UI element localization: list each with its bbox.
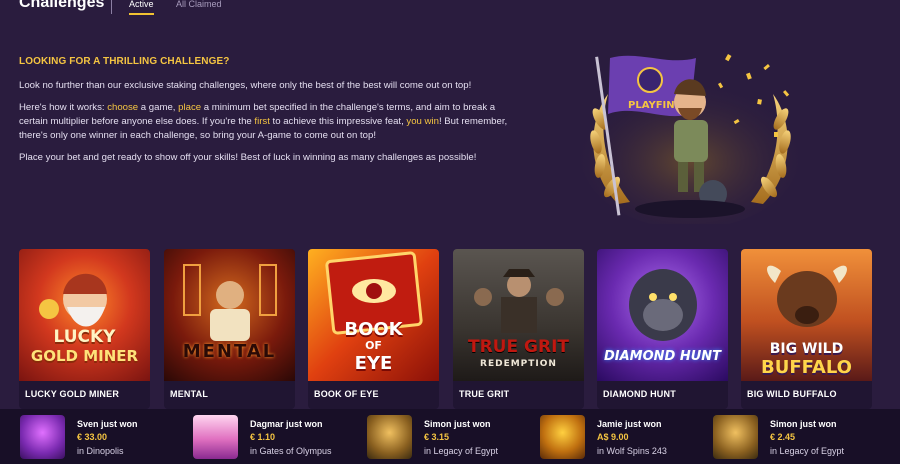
win-game: in Gates of Olympus: [250, 446, 332, 456]
hero-flag-text: PLAYFIN: [628, 100, 675, 111]
game-art-mental: MENTAL: [164, 249, 295, 381]
game-art-diamond-hunt: DIAMOND HUNT: [597, 249, 728, 381]
win-amount: € 1.10: [250, 432, 276, 442]
win-item[interactable]: Sven just won € 33.00 in Dinopolis: [20, 415, 180, 459]
game-card-lucky-gold-miner[interactable]: LUCKY GOLD MINER LUCKY GOLD MINER: [19, 249, 150, 409]
win-item[interactable]: Simon just won € 3.15 in Legacy of Egypt: [367, 415, 527, 459]
highlight-place: place: [178, 102, 202, 113]
win-game: in Legacy of Egypt: [770, 446, 845, 456]
game-card-diamond-hunt[interactable]: DIAMOND HUNT DIAMOND HUNT: [597, 249, 728, 409]
game-name: TRUE GRIT: [459, 389, 510, 399]
game-card-big-wild-buffalo[interactable]: BIG WILD BUFFALO BIG WILD BUFFALO: [741, 249, 872, 409]
winner-text: Jamie just won: [597, 419, 662, 429]
tab-all-claimed[interactable]: All Claimed: [176, 0, 222, 13]
game-card-mental[interactable]: MENTAL MENTAL: [164, 249, 295, 409]
highlight-you-win: you win: [406, 116, 439, 127]
game-art-big-wild-buffalo: BIG WILD BUFFALO: [741, 249, 872, 381]
game-thumb-legacy-of-egypt: [713, 415, 758, 459]
win-amount: A$ 9.00: [597, 432, 629, 442]
game-thumb-wolf-spins-243: [540, 415, 585, 459]
intro-paragraph-1: Look no further than our exclusive staki…: [19, 80, 472, 91]
winner-text: Simon just won: [424, 419, 491, 429]
header-divider: [111, 0, 112, 14]
win-game: in Dinopolis: [77, 446, 124, 456]
game-name: BIG WILD BUFFALO: [747, 389, 837, 399]
game-name: LUCKY GOLD MINER: [25, 389, 120, 399]
winner-text: Dagmar just won: [250, 419, 323, 429]
game-name: BOOK OF EYE: [314, 389, 379, 399]
game-thumb-legacy-of-egypt: [367, 415, 412, 459]
game-art-lucky-gold-miner: LUCKY GOLD MINER: [19, 249, 150, 381]
highlight-first: first: [254, 116, 270, 127]
page-title: Challenges: [19, 0, 105, 11]
win-amount: € 33.00: [77, 432, 108, 442]
game-name: DIAMOND HUNT: [603, 389, 676, 399]
recent-wins-ticker: Sven just won € 33.00 in Dinopolis Dagma…: [0, 409, 900, 464]
intro-section: LOOKING FOR A THRILLING CHALLENGE? Look …: [19, 55, 519, 173]
header: Challenges Active All Claimed: [0, 0, 900, 18]
win-game: in Wolf Spins 243: [597, 446, 667, 456]
win-amount: € 2.45: [770, 432, 796, 442]
win-game: in Legacy of Egypt: [424, 446, 499, 456]
intro-paragraph-2: Here's how it works: choose a game, plac…: [19, 102, 508, 141]
win-item[interactable]: Jamie just won A$ 9.00 in Wolf Spins 243: [540, 415, 700, 459]
game-art-true-grit: TRUE GRIT REDEMPTION: [453, 249, 584, 381]
winner-text: Simon just won: [770, 419, 837, 429]
highlight-choose: choose: [107, 102, 139, 113]
game-name: MENTAL: [170, 389, 209, 399]
intro-paragraph-3: Place your bet and get ready to show off…: [19, 152, 477, 163]
win-item[interactable]: Simon just won € 2.45 in Legacy of Egypt: [713, 415, 883, 459]
game-card-true-grit[interactable]: TRUE GRIT REDEMPTION TRUE GRIT: [453, 249, 584, 409]
intro-heading: LOOKING FOR A THRILLING CHALLENGE?: [19, 56, 230, 67]
win-amount: € 3.15: [424, 432, 450, 442]
game-thumb-gates-of-olympus: [193, 415, 238, 459]
win-item[interactable]: Dagmar just won € 1.10 in Gates of Olymp…: [193, 415, 363, 459]
game-art-book-of-eye: BOOK OF EYE: [308, 249, 439, 381]
winner-text: Sven just won: [77, 419, 138, 429]
tab-active[interactable]: Active: [129, 0, 154, 15]
game-card-book-of-eye[interactable]: BOOK OF EYE BOOK OF EYE: [308, 249, 439, 409]
hero-illustration: PLAYFIN: [578, 44, 803, 229]
game-thumb-dinopolis: [20, 415, 65, 459]
